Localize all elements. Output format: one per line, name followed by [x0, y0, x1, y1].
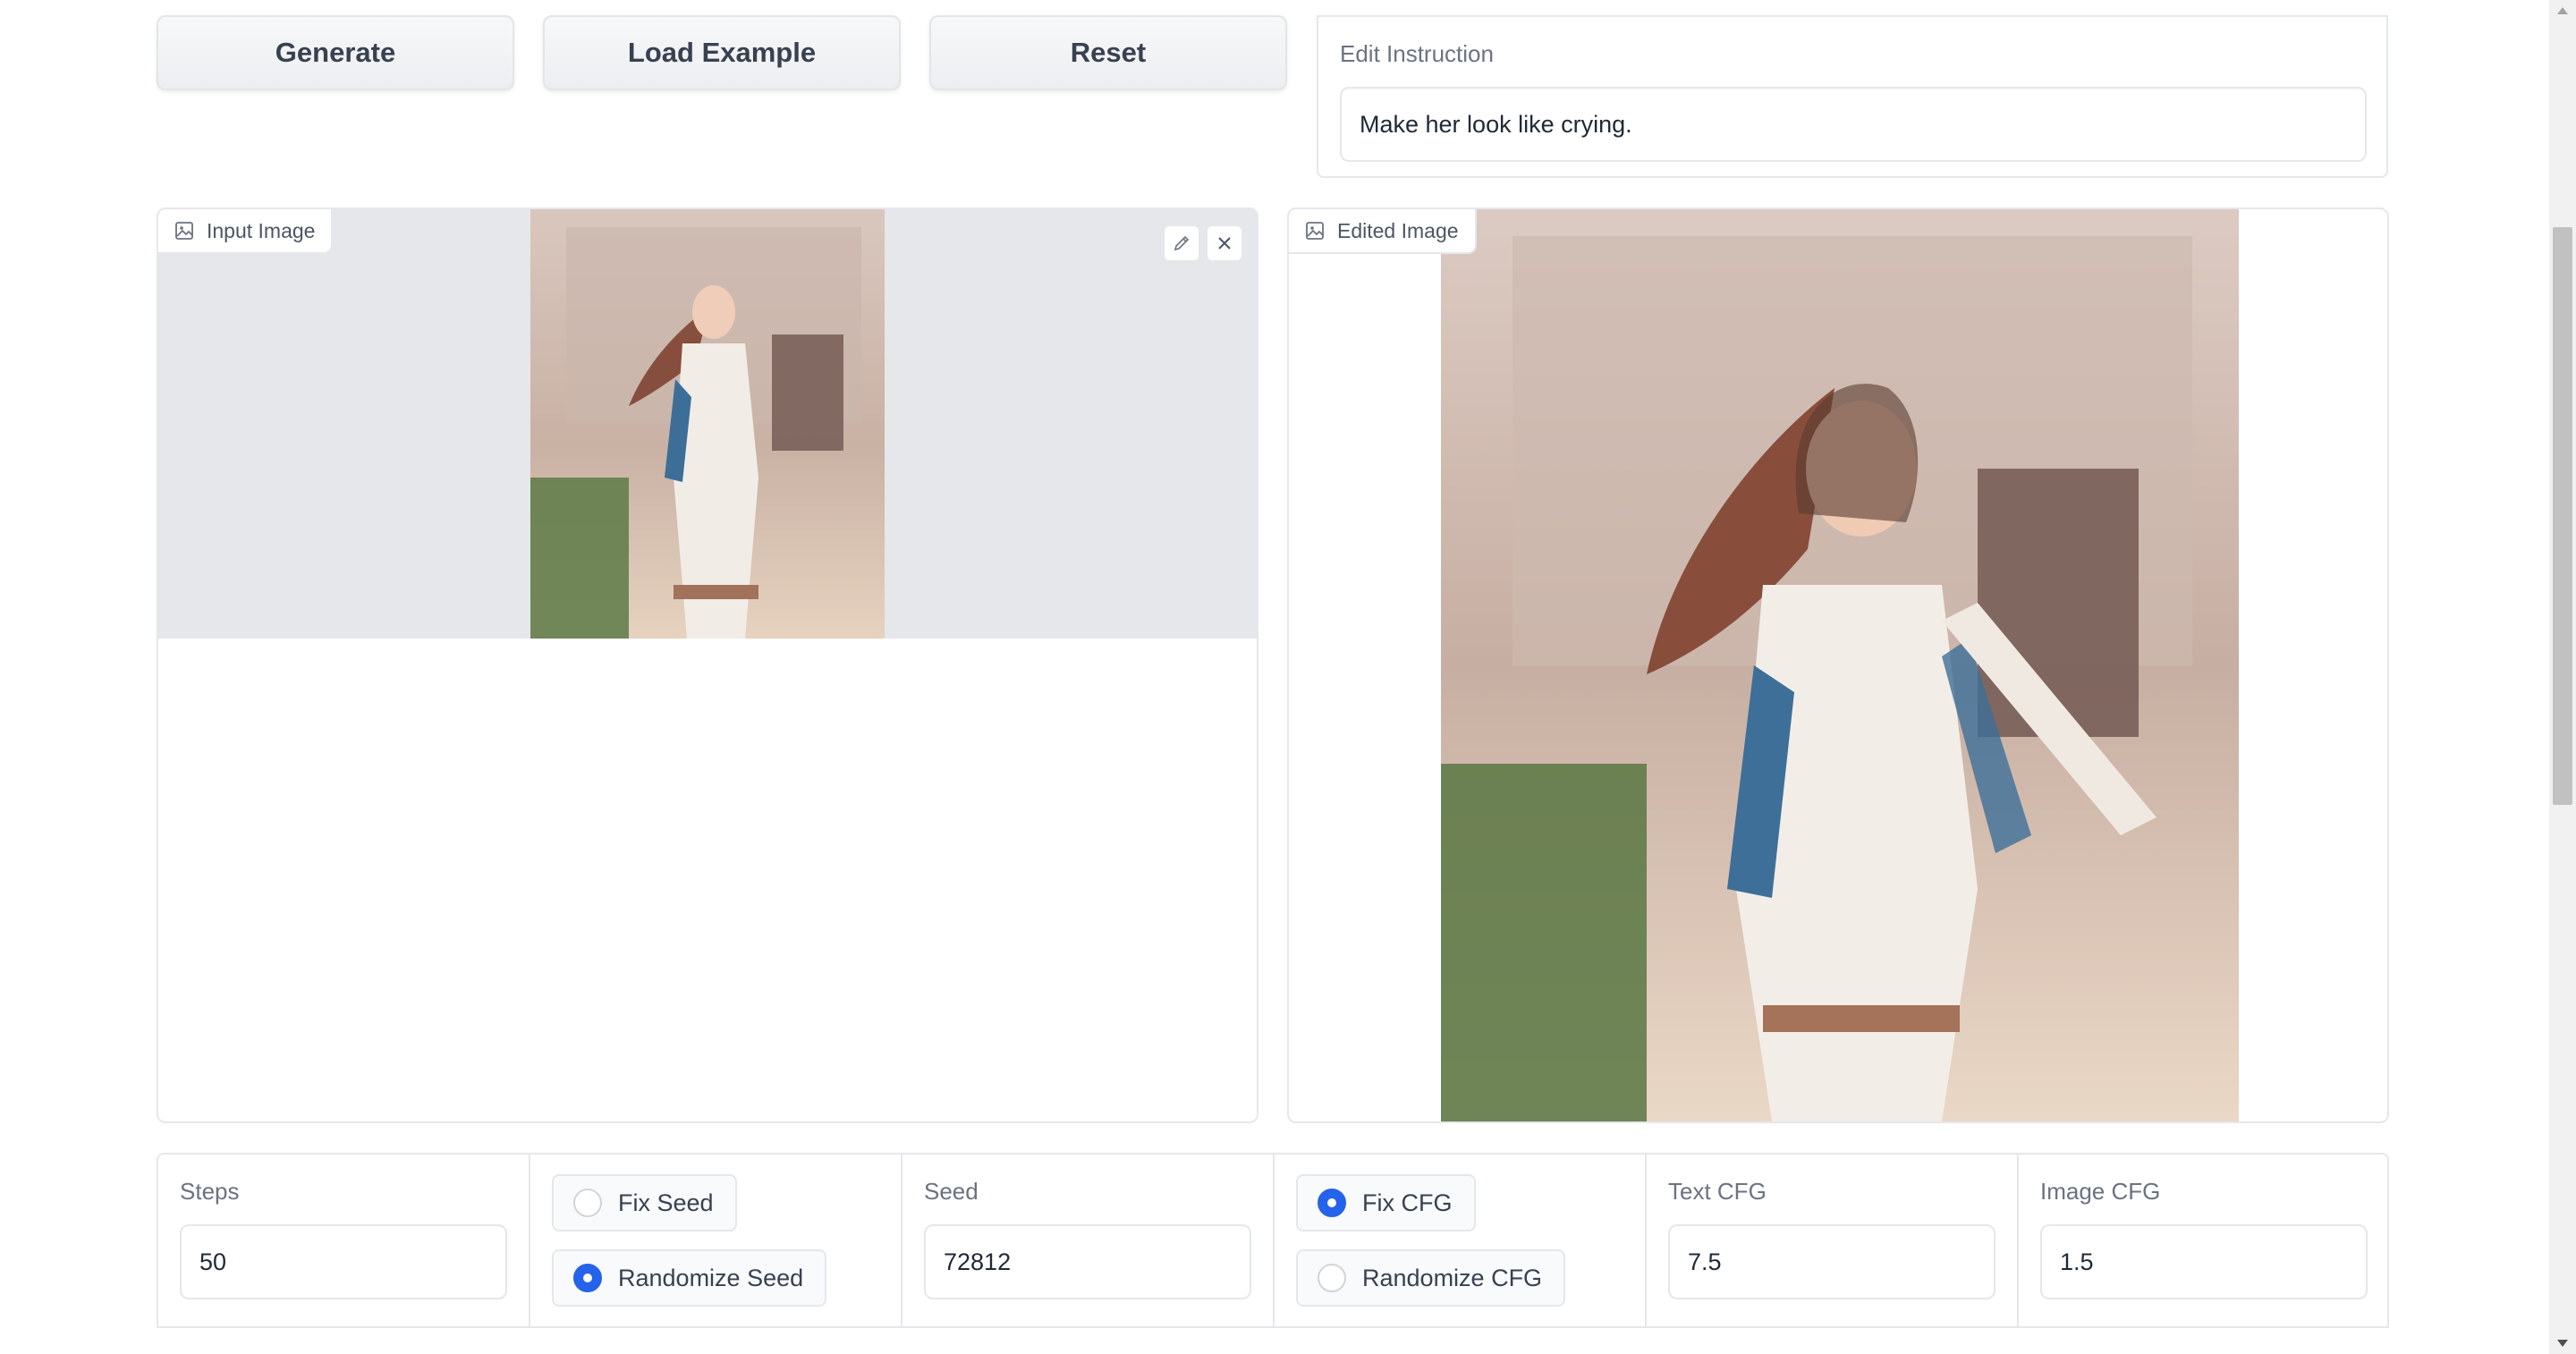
- fix-seed-radio-dot[interactable]: [573, 1189, 602, 1217]
- text-cfg-label: Text CFG: [1668, 1178, 1767, 1205]
- randomize-cfg-radio-dot[interactable]: [1318, 1264, 1346, 1292]
- image-cfg-label: Image CFG: [2040, 1178, 2161, 1205]
- randomize-seed-radio-dot[interactable]: [573, 1264, 602, 1292]
- pencil-icon[interactable]: [1164, 225, 1199, 261]
- generate-button[interactable]: Generate: [157, 15, 514, 90]
- input-image-panel: Input Image: [157, 207, 1258, 1123]
- steps-cell: Steps 50: [158, 1155, 530, 1326]
- cfg-mode-cell: Fix CFG Randomize CFG: [1275, 1155, 1647, 1326]
- randomize-cfg-label: Randomize CFG: [1362, 1264, 1543, 1291]
- fix-cfg-radio-dot[interactable]: [1318, 1189, 1346, 1217]
- scroll-up-icon[interactable]: [2557, 7, 2568, 14]
- randomize-seed-label: Randomize Seed: [618, 1264, 804, 1291]
- scroll-down-icon[interactable]: [2557, 1340, 2568, 1347]
- fix-cfg-radio[interactable]: Fix CFG: [1296, 1174, 1476, 1231]
- seed-label: Seed: [924, 1178, 979, 1205]
- seed-cell: Seed 72812: [902, 1155, 1275, 1326]
- input-image-label-text: Input Image: [207, 218, 316, 242]
- load-example-button[interactable]: Load Example: [543, 15, 901, 90]
- randomize-seed-radio[interactable]: Randomize Seed: [552, 1249, 827, 1307]
- input-image-area[interactable]: [158, 209, 1257, 639]
- fix-cfg-label: Fix CFG: [1362, 1189, 1453, 1216]
- scrollbar-thumb[interactable]: [2553, 227, 2572, 805]
- edit-instruction-label: Edit Instruction: [1340, 40, 1494, 67]
- image-icon: [174, 221, 194, 241]
- settings-controls: Steps 50 Fix Seed Randomize Seed Seed 72…: [157, 1153, 2389, 1328]
- input-image-label: Input Image: [158, 209, 334, 254]
- input-photo: [530, 209, 885, 639]
- close-icon[interactable]: [1207, 225, 1242, 261]
- steps-label: Steps: [180, 1178, 240, 1205]
- reset-button[interactable]: Reset: [929, 15, 1287, 90]
- fix-seed-label: Fix Seed: [618, 1189, 714, 1216]
- page-scrollbar[interactable]: [2549, 0, 2576, 1354]
- steps-input[interactable]: 50: [180, 1224, 507, 1299]
- edit-instruction-input[interactable]: Make her look like crying.: [1340, 87, 2367, 162]
- image-cfg-cell: Image CFG 1.5: [2019, 1155, 2391, 1326]
- fix-seed-radio[interactable]: Fix Seed: [552, 1174, 737, 1231]
- app-page: Generate Load Example Reset Edit Instruc…: [0, 0, 2576, 1354]
- edited-image-label: Edited Image: [1289, 209, 1477, 254]
- randomize-cfg-radio[interactable]: Randomize CFG: [1296, 1249, 1566, 1307]
- image-icon: [1305, 221, 1325, 241]
- edited-image-panel: Edited Image: [1287, 207, 2389, 1123]
- text-cfg-cell: Text CFG 7.5: [1647, 1155, 2019, 1326]
- edited-photo: [1441, 209, 2239, 1121]
- edit-instruction-block: Edit Instruction Make her look like cryi…: [1317, 15, 2388, 178]
- image-cfg-input[interactable]: 1.5: [2040, 1224, 2368, 1299]
- seed-input[interactable]: 72812: [924, 1224, 1251, 1299]
- edited-image-label-text: Edited Image: [1337, 218, 1459, 242]
- seed-mode-cell: Fix Seed Randomize Seed: [530, 1155, 902, 1326]
- text-cfg-input[interactable]: 7.5: [1668, 1224, 1996, 1299]
